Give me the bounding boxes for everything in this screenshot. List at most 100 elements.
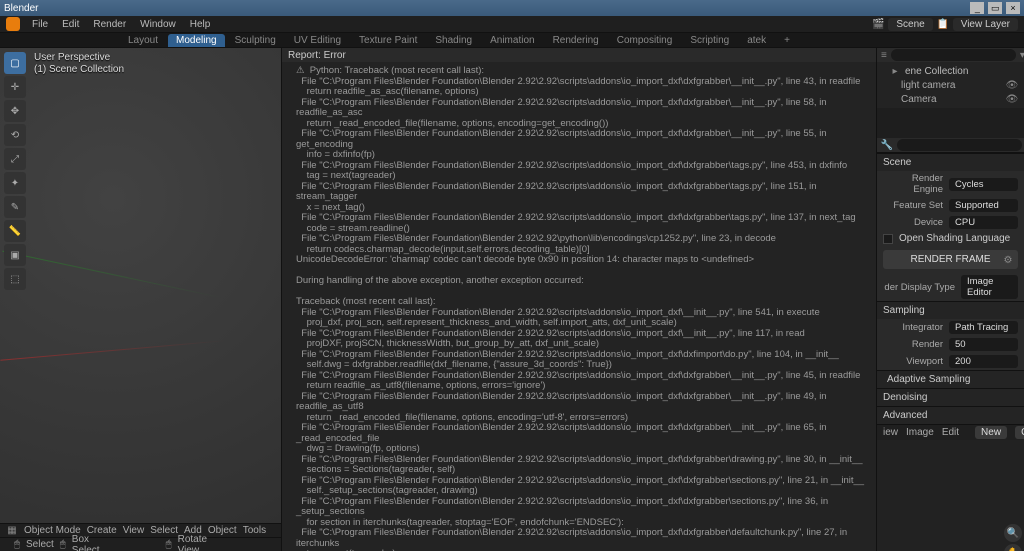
denoising-header[interactable]: Denoising (877, 388, 1024, 406)
render-frame-button[interactable]: RENDER FRAME⚙ (883, 250, 1018, 269)
menu-view[interactable]: View (123, 525, 145, 536)
maximize-icon[interactable]: ▭ (988, 2, 1002, 14)
display-type-label: der Display Type (883, 282, 955, 293)
properties-icon[interactable]: 🔧 (881, 139, 893, 151)
minimize-icon[interactable]: _ (970, 2, 984, 14)
workspace-tab-+[interactable]: + (776, 34, 798, 47)
status-rotate: Rotate View (178, 534, 207, 551)
workspace-tab-layout[interactable]: Layout (120, 34, 166, 47)
right-column: ≡ ▾ ▸ ene Collection light camera 👁 Came… (876, 48, 1024, 551)
app-title: Blender (4, 3, 38, 14)
device-label: Device (883, 217, 943, 228)
outliner-root-label: ene Collection (905, 66, 968, 77)
mouse-middle-icon: 🖱 (166, 539, 172, 551)
tool-transform[interactable]: ✦ (4, 172, 26, 194)
integrator-select[interactable]: Path Tracing (949, 321, 1018, 334)
outliner-item-label: Camera (901, 94, 937, 105)
report-body[interactable]: ⚠ Python: Traceback (most recent call la… (282, 62, 876, 551)
osl-checkbox[interactable] (883, 234, 893, 244)
workspace-tab-scripting[interactable]: Scripting (682, 34, 737, 47)
zoom-icon[interactable]: 🔍 (1004, 524, 1022, 542)
perspective-label: User Perspective (34, 52, 124, 64)
outliner-collection[interactable]: ▸ ene Collection (879, 64, 1022, 78)
render-samples-input[interactable]: 50 (949, 338, 1018, 351)
img-menu-view[interactable]: iew (883, 427, 898, 438)
tool-extrude[interactable]: ⬚ (4, 268, 26, 290)
image-editor-canvas[interactable]: 🔍 ✋ (877, 440, 1024, 551)
outliner-item-label: light camera (901, 80, 955, 91)
scene-icon: 🎬 (872, 18, 884, 30)
workspace-tab-modeling[interactable]: Modeling (168, 34, 225, 47)
status-box-select: Box Select (72, 534, 100, 551)
editor-type-icon[interactable]: ▦ (6, 525, 18, 537)
properties-search[interactable] (897, 139, 1022, 151)
viewport-footer: ▦ Object Mode Create View Select Add Obj… (0, 523, 281, 551)
adaptive-header[interactable]: Adaptive Sampling (877, 370, 1024, 388)
display-type-select[interactable]: Image Editor (961, 275, 1018, 299)
image-new-button[interactable]: New (975, 426, 1007, 439)
menu-edit[interactable]: Edit (56, 18, 85, 31)
workspace-tab-animation[interactable]: Animation (482, 34, 542, 47)
tool-add-cube[interactable]: ▣ (4, 244, 26, 266)
close-icon[interactable]: × (1006, 2, 1020, 14)
render-engine-select[interactable]: Cycles (949, 178, 1018, 191)
workspace-tab-compositing[interactable]: Compositing (609, 34, 681, 47)
toolbar-left: ▢ ✛ ✥ ⟲ ⤢ ✦ ✎ 📏 ▣ ⬚ (4, 52, 26, 290)
menu-select[interactable]: Select (150, 525, 178, 536)
tool-scale[interactable]: ⤢ (4, 148, 26, 170)
menu-help[interactable]: Help (184, 18, 217, 31)
tool-move[interactable]: ✥ (4, 100, 26, 122)
hand-icon[interactable]: ✋ (1004, 544, 1022, 551)
render-engine-label: Render Engine (883, 173, 943, 195)
outliner-item[interactable]: Camera 👁 (879, 92, 1022, 106)
viewport-samples-input[interactable]: 200 (949, 355, 1018, 368)
workspace-tab-shading[interactable]: Shading (427, 34, 480, 47)
workspace-tab-texture-paint[interactable]: Texture Paint (351, 34, 425, 47)
img-menu-image[interactable]: Image (906, 427, 934, 438)
filter-icon[interactable]: ▾ (1020, 49, 1024, 61)
menu-file[interactable]: File (26, 18, 54, 31)
outliner-icon[interactable]: ≡ (881, 49, 887, 61)
window-controls: _ ▭ × (969, 2, 1020, 14)
tool-annotate[interactable]: ✎ (4, 196, 26, 218)
scene-header[interactable]: Scene (877, 153, 1024, 171)
report-title: Report: Error (288, 50, 346, 61)
sampling-header[interactable]: Sampling (877, 301, 1024, 319)
visibility-icon[interactable]: 👁 (1006, 93, 1018, 105)
feature-set-label: Feature Set (883, 200, 943, 211)
feature-set-select[interactable]: Supported (949, 199, 1018, 212)
mouse-left-icon: 🖱 (60, 539, 66, 551)
collection-icon: ▸ (889, 65, 901, 77)
viewlayer-name-field[interactable]: View Layer (953, 18, 1018, 31)
workspace-tab-atek[interactable]: atek (739, 34, 774, 47)
viewlayer-icon: 📋 (937, 18, 949, 30)
image-editor-header: iew Image Edit New Open (877, 424, 1024, 440)
workspace-tab-sculpting[interactable]: Sculpting (227, 34, 284, 47)
tool-select-box[interactable]: ▢ (4, 52, 26, 74)
outliner-tree[interactable]: ▸ ene Collection light camera 👁 Camera 👁 (877, 62, 1024, 108)
mouse-left-icon: 🖱 (14, 539, 20, 551)
menu-render[interactable]: Render (87, 18, 132, 31)
tool-rotate[interactable]: ⟲ (4, 124, 26, 146)
advanced-header[interactable]: Advanced (877, 406, 1024, 424)
workspace-tab-rendering[interactable]: Rendering (545, 34, 607, 47)
axis-x-line (0, 340, 224, 361)
gear-icon[interactable]: ⚙ (1002, 254, 1014, 266)
outliner-search[interactable] (891, 49, 1016, 61)
outliner-header: ≡ ▾ (877, 48, 1024, 62)
menu-window[interactable]: Window (134, 18, 182, 31)
properties-header: 🔧 (877, 138, 1024, 152)
device-select[interactable]: CPU (949, 216, 1018, 229)
menu-tools[interactable]: Tools (243, 525, 266, 536)
viewport-3d[interactable]: User Perspective (1) Scene Collection ▢ … (0, 48, 281, 551)
workspace-tab-uv-editing[interactable]: UV Editing (286, 34, 349, 47)
outliner-item[interactable]: light camera 👁 (879, 78, 1022, 92)
blender-logo-icon[interactable] (6, 17, 20, 31)
image-open-button[interactable]: Open (1015, 426, 1024, 439)
img-menu-edit[interactable]: Edit (942, 427, 959, 438)
menu-object[interactable]: Object (208, 525, 237, 536)
scene-name-field[interactable]: Scene (888, 18, 932, 31)
visibility-icon[interactable]: 👁 (1006, 79, 1018, 91)
tool-measure[interactable]: 📏 (4, 220, 26, 242)
tool-cursor[interactable]: ✛ (4, 76, 26, 98)
